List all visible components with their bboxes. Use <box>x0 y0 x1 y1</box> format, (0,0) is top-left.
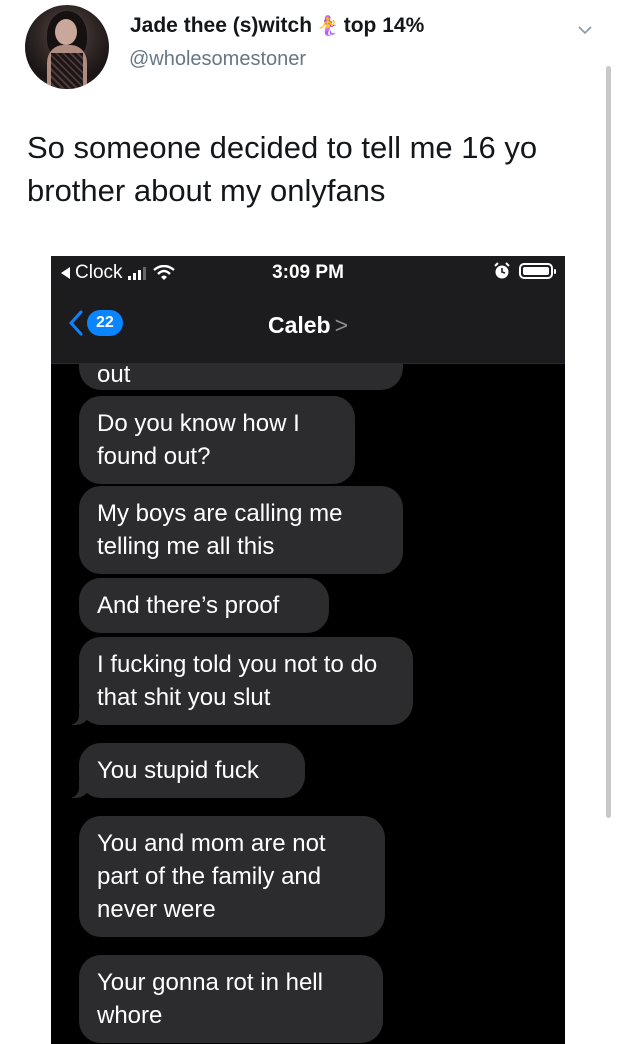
user-handle[interactable]: @wholesomestoner <box>129 48 306 71</box>
tweet-author[interactable]: Jade thee (s)witch 🧜‍♀️ top 14% <box>130 14 424 38</box>
message-text: out <box>97 361 131 388</box>
contact-name-button[interactable]: Caleb > <box>51 312 565 339</box>
message-text: You stupid fuck <box>97 757 259 784</box>
fan-badge: top 14% <box>343 14 425 37</box>
message-text: My boys are calling me telling me all th… <box>97 500 343 560</box>
message-bubble[interactable]: You stupid fuck <box>67 743 305 798</box>
message-bubble[interactable]: My boys are calling me telling me all th… <box>79 486 403 574</box>
message-bubble[interactable]: Do you know how I found out? <box>79 396 355 484</box>
scrollbar[interactable] <box>606 66 611 818</box>
contact-arrow: > <box>334 312 349 338</box>
message-text: And there’s proof <box>97 592 280 619</box>
message-bubble[interactable]: And there’s proof <box>79 578 329 633</box>
tweet-text: So someone decided to tell me 16 yo brot… <box>27 130 538 208</box>
message-bubble[interactable]: You and mom are not part of the family a… <box>79 816 385 937</box>
conversation-header: 22 Caleb > <box>51 292 565 364</box>
chevron-down-icon[interactable] <box>577 22 593 38</box>
message-text: Your gonna rot in hell whore <box>97 969 323 1029</box>
message-text: I fucking told you not to do that shit y… <box>97 651 378 711</box>
message-text: You and mom are not part of the family a… <box>97 830 326 923</box>
avatar-face <box>55 19 77 45</box>
battery-icon <box>519 263 556 279</box>
avatar[interactable] <box>25 5 109 89</box>
message-bubble[interactable]: I fucking told you not to do that shit y… <box>67 637 413 725</box>
alarm-icon <box>494 262 510 279</box>
mermaid-emoji-icon: 🧜‍♀️ <box>316 16 340 37</box>
status-time: 3:09 PM <box>272 262 344 283</box>
message-text: Do you know how I found out? <box>97 410 300 470</box>
message-bubble[interactable]: Your gonna rot in hell whore <box>79 955 383 1043</box>
embedded-screenshot: Clock 3:09 PM 22 Caleb > out Do you know… <box>51 256 565 1044</box>
avatar-clothing <box>51 53 83 89</box>
display-name[interactable]: Jade thee (s)witch <box>130 14 312 38</box>
status-bar: Clock 3:09 PM <box>51 256 565 292</box>
contact-name: Caleb <box>267 312 331 338</box>
